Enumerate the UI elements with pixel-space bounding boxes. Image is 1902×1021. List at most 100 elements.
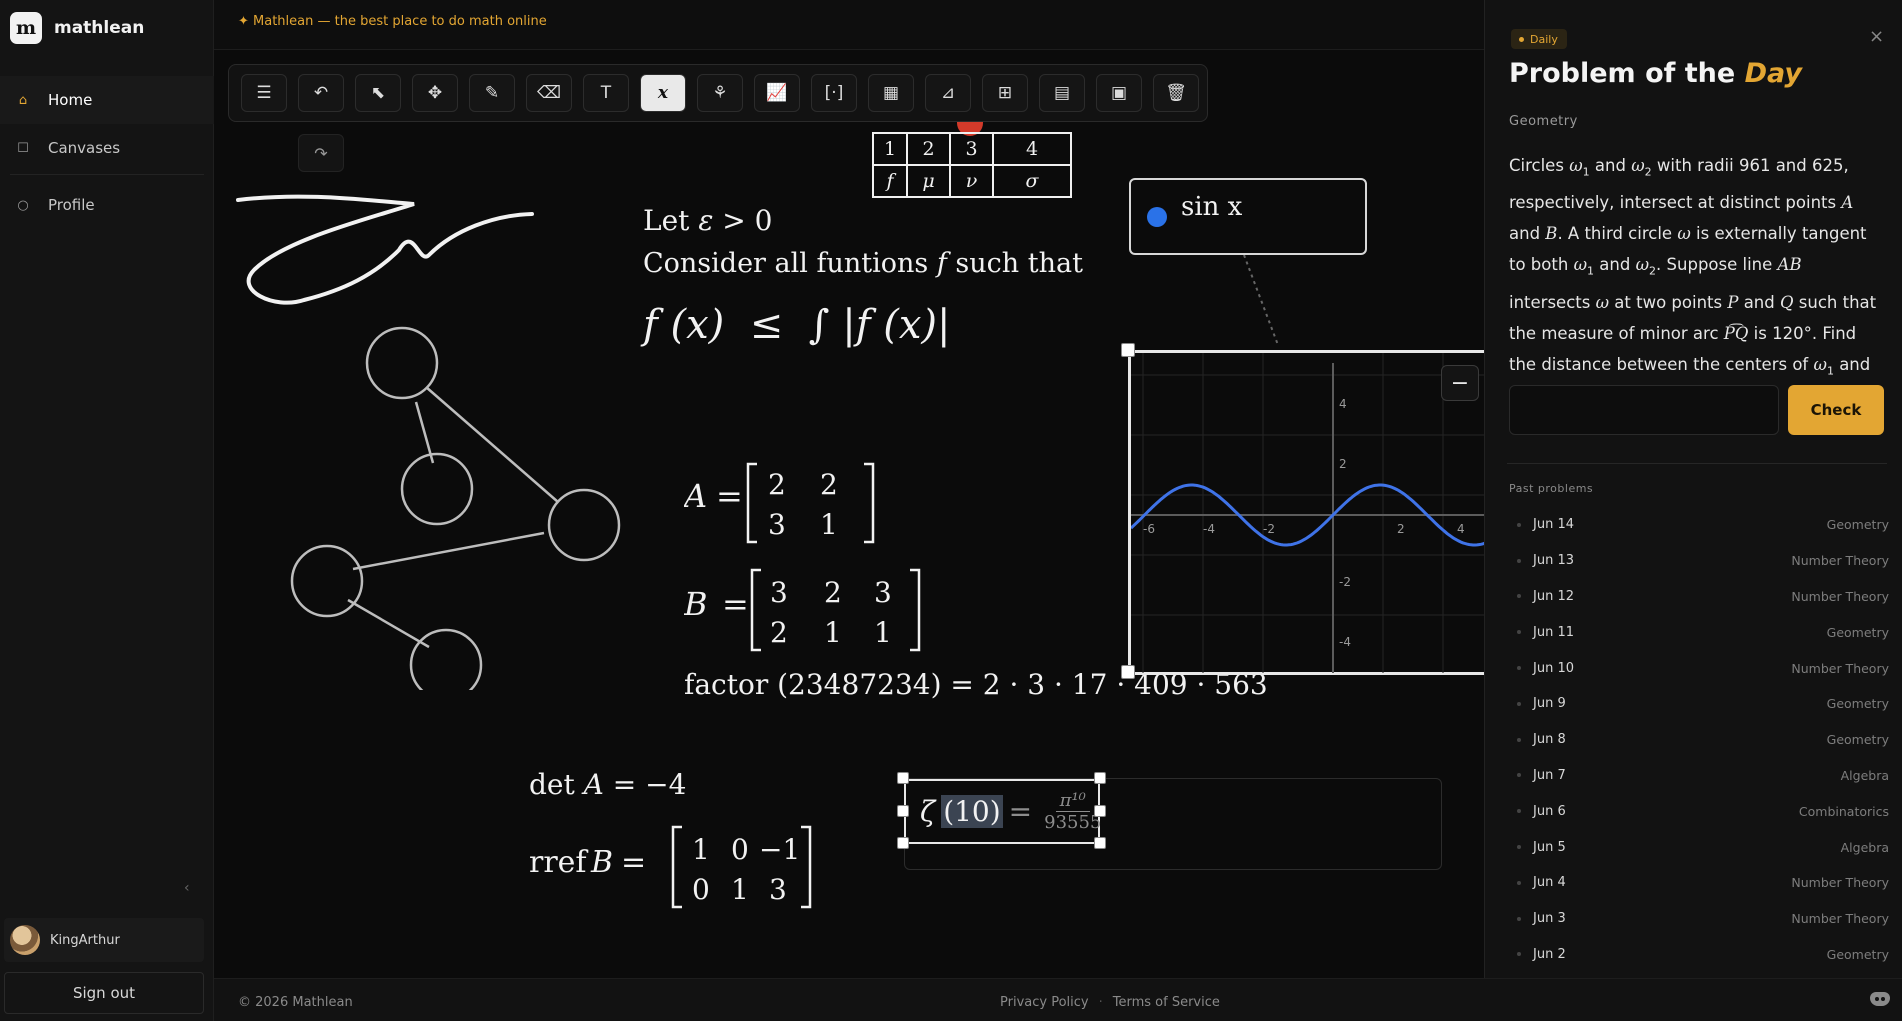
list-item[interactable]: Jun 7 Algebra bbox=[1509, 758, 1889, 794]
resize-handle[interactable] bbox=[897, 772, 909, 784]
badge-dot bbox=[1519, 36, 1524, 42]
resize-handle[interactable] bbox=[1121, 343, 1135, 357]
function-label-box[interactable]: sin x bbox=[1129, 178, 1367, 255]
svg-text:1: 1 bbox=[820, 508, 838, 541]
graph-node bbox=[409, 628, 483, 690]
tagline: ✦ Mathlean — the best place to do math o… bbox=[238, 14, 547, 29]
svg-text:2: 2 bbox=[1397, 522, 1405, 536]
list-item[interactable]: Jun 14 Geometry bbox=[1509, 507, 1889, 543]
rref-expression[interactable]: rref B = 1 0 −1 0 1 3 bbox=[529, 815, 829, 915]
sidebar-item-canvases[interactable]: ☐ Canvases bbox=[0, 124, 214, 172]
list-item[interactable]: Jun 9 Geometry bbox=[1509, 686, 1889, 722]
sidebar-item-home[interactable]: ⌂ Home bbox=[0, 76, 214, 124]
bullet-icon bbox=[1517, 701, 1521, 706]
list-item[interactable]: Jun 3 Number Theory bbox=[1509, 901, 1889, 937]
let-epsilon-line[interactable]: Let ε > 0 bbox=[643, 204, 772, 237]
svg-text:-6: -6 bbox=[1143, 522, 1155, 536]
integral-inequality[interactable]: f (x) ≤ ∫ |f (x)| bbox=[643, 302, 950, 348]
copyright: © 2026 Mathlean bbox=[238, 995, 353, 1010]
list-item[interactable]: Jun 6 Combinatorics bbox=[1509, 793, 1889, 829]
geometry-tool-button[interactable]: ⊿ bbox=[925, 74, 971, 112]
resize-handle[interactable] bbox=[1094, 805, 1106, 817]
past-problem-category: Number Theory bbox=[1791, 553, 1889, 569]
document-tool-button[interactable]: ▣ bbox=[1096, 74, 1142, 112]
svg-text:−1: −1 bbox=[759, 833, 800, 866]
list-item[interactable]: Jun 8 Geometry bbox=[1509, 722, 1889, 758]
svg-text:-4: -4 bbox=[1339, 635, 1351, 649]
past-problem-date: Jun 13 bbox=[1533, 553, 1574, 569]
sidebar-item-profile[interactable]: ○ Profile bbox=[0, 181, 214, 229]
bullet-icon bbox=[1517, 880, 1521, 885]
circle-icon: ○ bbox=[17, 197, 29, 213]
table-cell: f bbox=[872, 164, 908, 198]
table-tool-button[interactable]: ▦ bbox=[868, 74, 914, 112]
sidebar-divider bbox=[10, 174, 204, 175]
zeta-expression[interactable]: ζ (10) = π¹⁰ 93555 bbox=[920, 790, 1101, 833]
avatar bbox=[10, 925, 40, 955]
terms-of-service-link[interactable]: Terms of Service bbox=[1113, 995, 1220, 1010]
list-item[interactable]: Jun 4 Number Theory bbox=[1509, 865, 1889, 901]
privacy-policy-link[interactable]: Privacy Policy bbox=[1000, 995, 1089, 1010]
list-item[interactable]: Jun 10 Number Theory bbox=[1509, 650, 1889, 686]
svg-text:3: 3 bbox=[874, 576, 892, 609]
bullet-icon bbox=[1517, 773, 1521, 778]
svg-text:0: 0 bbox=[692, 873, 710, 906]
past-problem-date: Jun 7 bbox=[1533, 767, 1566, 783]
list-item[interactable]: Jun 5 Algebra bbox=[1509, 829, 1889, 865]
mathlean-logo-icon: m bbox=[10, 12, 42, 44]
grid-tool-button[interactable]: ⊞ bbox=[982, 74, 1028, 112]
panel-divider bbox=[1507, 463, 1887, 464]
resize-handle[interactable] bbox=[1094, 837, 1106, 849]
footer-links: Privacy Policy · Terms of Service bbox=[1000, 995, 1220, 1010]
resize-handle[interactable] bbox=[897, 805, 909, 817]
list-item[interactable]: Jun 2 Geometry bbox=[1509, 937, 1889, 973]
top-bar: ✦ Mathlean — the best place to do math o… bbox=[214, 0, 1484, 50]
past-problem-category: Algebra bbox=[1840, 839, 1889, 855]
svg-text:3: 3 bbox=[770, 576, 788, 609]
det-expression[interactable]: det A = −4 bbox=[529, 768, 686, 801]
math-canvas[interactable]: ☰ ↶ ⬉ ✥ ✎ ⌫ T x ⚘ 📈 [·] ▦ ⊿ ⊞ ▤ ▣ 🗑 ↷ 1 … bbox=[214, 50, 1484, 978]
user-card[interactable]: KingArthur bbox=[4, 918, 204, 962]
svg-text:1: 1 bbox=[731, 873, 749, 906]
resize-handle[interactable] bbox=[1121, 665, 1135, 679]
list-item[interactable]: Jun 13 Number Theory bbox=[1509, 543, 1889, 579]
label-connector bbox=[1243, 255, 1279, 346]
notes-tool-button[interactable]: ▤ bbox=[1039, 74, 1085, 112]
zoom-out-button[interactable]: − bbox=[1441, 365, 1479, 401]
svg-text:4: 4 bbox=[1339, 397, 1347, 411]
bullet-icon bbox=[1517, 594, 1521, 599]
table-cell: σ bbox=[992, 164, 1072, 198]
past-problem-category: Geometry bbox=[1826, 732, 1889, 748]
svg-text:B: B bbox=[590, 845, 613, 880]
check-button[interactable]: Check bbox=[1788, 385, 1884, 435]
consider-functions-line[interactable]: Consider all funtions f such that bbox=[643, 248, 1083, 279]
past-problem-date: Jun 3 bbox=[1533, 911, 1566, 927]
table-cell: μ bbox=[906, 164, 951, 198]
brand[interactable]: m mathlean bbox=[10, 12, 144, 44]
resize-handle[interactable] bbox=[1094, 772, 1106, 784]
discord-icon[interactable] bbox=[1870, 992, 1890, 1006]
list-item[interactable]: Jun 12 Number Theory bbox=[1509, 579, 1889, 615]
svg-text:0: 0 bbox=[731, 833, 749, 866]
sign-out-button[interactable]: Sign out bbox=[4, 972, 204, 1014]
answer-input[interactable] bbox=[1509, 385, 1779, 435]
list-item[interactable]: Jun 11 Geometry bbox=[1509, 614, 1889, 650]
table-cell: 1 bbox=[872, 132, 908, 166]
close-icon[interactable]: × bbox=[1869, 26, 1884, 47]
delete-tool-button[interactable]: 🗑 bbox=[1153, 74, 1199, 112]
footer: © 2026 Mathlean Privacy Policy · Terms o… bbox=[214, 978, 1902, 1021]
daily-badge: Daily bbox=[1511, 29, 1567, 49]
problem-statement: Circles ω1 and ω2 with radii 961 and 625… bbox=[1509, 156, 1877, 414]
graph-node bbox=[290, 544, 364, 618]
past-problems-list: Jun 14 Geometry Jun 13 Number Theory Jun 12 N… bbox=[1509, 507, 1889, 972]
svg-text:2: 2 bbox=[1339, 457, 1347, 471]
collapse-sidebar-icon[interactable]: ‹ bbox=[184, 880, 190, 896]
past-problem-category: Number Theory bbox=[1791, 660, 1889, 676]
symbol-table[interactable]: 1 2 3 4 f μ ν σ bbox=[872, 132, 1072, 198]
function-plot[interactable]: -6 -4 -2 2 4 4 2 -2 -4 bbox=[1128, 350, 1484, 675]
past-problem-category: Geometry bbox=[1826, 696, 1889, 712]
table-cell: 2 bbox=[906, 132, 951, 166]
resize-handle[interactable] bbox=[897, 837, 909, 849]
daily-problem-panel: Daily × Problem of the Day Geometry Circ… bbox=[1484, 0, 1902, 978]
past-problem-date: Jun 11 bbox=[1533, 624, 1574, 640]
